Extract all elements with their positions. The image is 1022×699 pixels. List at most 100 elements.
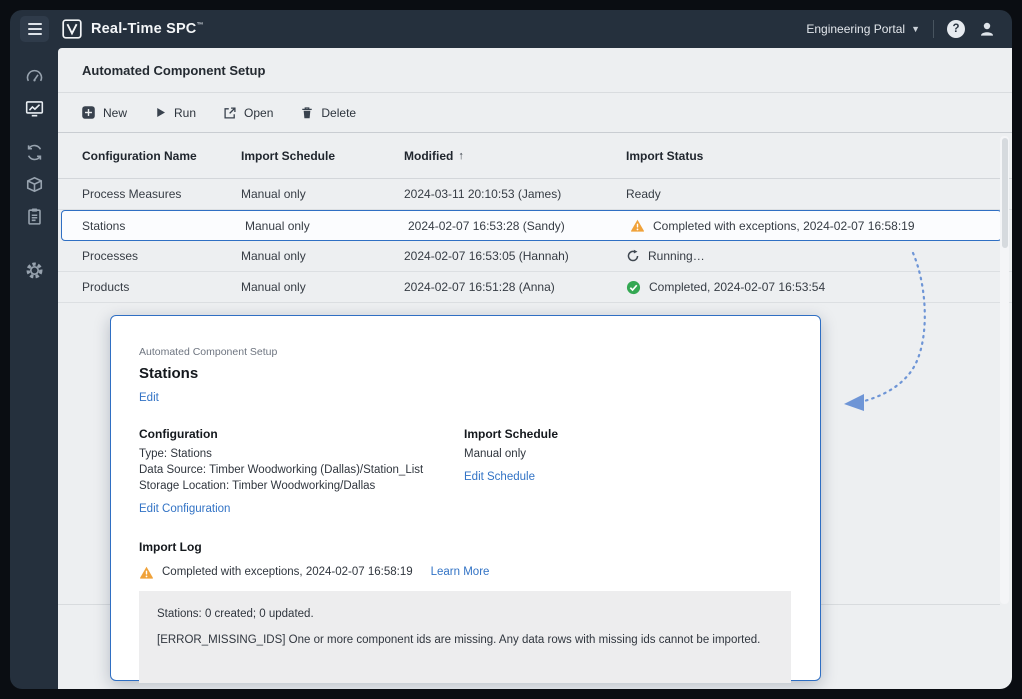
warning-icon bbox=[630, 218, 645, 233]
cell-modified: 2024-02-07 16:51:28 (Anna) bbox=[404, 280, 626, 294]
cell-status: Running… bbox=[626, 249, 1012, 263]
plus-square-icon bbox=[81, 105, 96, 120]
status-text: Ready bbox=[626, 187, 661, 201]
import-schedule-value: Manual only bbox=[464, 448, 558, 462]
top-bar-right: Engineering Portal ▼ ? bbox=[806, 20, 996, 38]
portal-selector[interactable]: Engineering Portal ▼ bbox=[806, 22, 920, 36]
configuration-section: Configuration Type: Stations Data Source… bbox=[139, 427, 464, 517]
import-schedule-heading: Import Schedule bbox=[464, 427, 558, 441]
cell-schedule: Manual only bbox=[241, 187, 404, 201]
sidebar-item-inventory[interactable] bbox=[18, 170, 50, 198]
status-text: Completed, 2024-02-07 16:53:54 bbox=[649, 280, 825, 294]
configuration-storage-location: Storage Location: Timber Woodworking/Dal… bbox=[139, 480, 464, 494]
configuration-data-source: Data Source: Timber Woodworking (Dallas)… bbox=[139, 464, 464, 478]
user-icon bbox=[978, 20, 996, 38]
sidebar-item-dashboard[interactable] bbox=[18, 62, 50, 90]
app-title: Real-Time SPC™ bbox=[91, 21, 204, 37]
charts-monitor-icon bbox=[25, 99, 44, 118]
table-header-row: Configuration Name Import Schedule Modif… bbox=[58, 133, 1012, 179]
breadcrumb: Automated Component Setup bbox=[139, 346, 790, 358]
edit-schedule-link[interactable]: Edit Schedule bbox=[464, 471, 535, 483]
hamburger-menu-button[interactable] bbox=[20, 16, 49, 42]
import-schedule-section: Import Schedule Manual only Edit Schedul… bbox=[464, 427, 558, 517]
configurations-table: Configuration Name Import Schedule Modif… bbox=[58, 133, 1012, 303]
cell-name: Stations bbox=[62, 219, 245, 233]
import-log-status-text: Completed with exceptions, 2024-02-07 16… bbox=[162, 566, 413, 578]
sidebar-item-sync[interactable] bbox=[18, 138, 50, 166]
top-bar: Real-Time SPC™ Engineering Portal ▼ ? bbox=[10, 10, 1012, 48]
cell-schedule: Manual only bbox=[241, 249, 404, 263]
app-logo: Real-Time SPC™ bbox=[62, 19, 204, 39]
learn-more-link[interactable]: Learn More bbox=[431, 566, 490, 578]
header-import-schedule[interactable]: Import Schedule bbox=[241, 149, 404, 163]
open-button-label: Open bbox=[244, 106, 273, 120]
sidebar-item-settings[interactable] bbox=[18, 256, 50, 284]
running-refresh-icon bbox=[626, 249, 640, 263]
cell-schedule: Manual only bbox=[245, 219, 408, 233]
import-log-box: Stations: 0 created; 0 updated. [ERROR_M… bbox=[139, 591, 791, 683]
warning-icon bbox=[139, 565, 154, 580]
help-button[interactable]: ? bbox=[947, 20, 965, 38]
user-account-button[interactable] bbox=[978, 20, 996, 38]
vertical-scrollbar[interactable] bbox=[1000, 136, 1009, 604]
new-button[interactable]: New bbox=[81, 105, 127, 120]
cell-schedule: Manual only bbox=[241, 280, 404, 294]
cell-modified: 2024-02-07 16:53:05 (Hannah) bbox=[404, 249, 626, 263]
cell-name: Processes bbox=[58, 249, 241, 263]
trash-icon bbox=[300, 106, 314, 120]
cell-name: Products bbox=[58, 280, 241, 294]
status-text: Running… bbox=[648, 249, 705, 263]
open-external-icon bbox=[223, 106, 237, 120]
station-detail-panel: Automated Component Setup Stations Edit … bbox=[110, 315, 821, 681]
app-window: Real-Time SPC™ Engineering Portal ▼ ? bbox=[10, 10, 1012, 689]
configuration-heading: Configuration bbox=[139, 427, 464, 441]
play-icon bbox=[154, 106, 167, 119]
page-header: Automated Component Setup bbox=[58, 48, 1012, 93]
open-button[interactable]: Open bbox=[223, 106, 273, 120]
run-button-label: Run bbox=[174, 106, 196, 120]
portal-selector-label: Engineering Portal bbox=[806, 22, 905, 36]
toolbar: New Run Open bbox=[58, 93, 1012, 133]
chevron-down-icon: ▼ bbox=[911, 24, 920, 34]
log-line-error: [ERROR_MISSING_IDS] One or more componen… bbox=[157, 634, 773, 646]
question-mark-icon: ? bbox=[952, 23, 959, 35]
delete-button[interactable]: Delete bbox=[300, 106, 356, 120]
table-row-process-measures[interactable]: Process Measures Manual only 2024-03-11 … bbox=[58, 179, 1012, 210]
edit-configuration-link[interactable]: Edit Configuration bbox=[139, 503, 230, 515]
dashboard-gauge-icon bbox=[25, 67, 44, 86]
sidebar bbox=[10, 48, 58, 689]
scrollbar-thumb[interactable] bbox=[1002, 138, 1008, 248]
inventory-box-icon bbox=[25, 175, 44, 194]
topbar-divider bbox=[933, 20, 934, 38]
sync-icon bbox=[25, 143, 44, 162]
status-text: Completed with exceptions, 2024-02-07 16… bbox=[653, 219, 915, 233]
edit-link[interactable]: Edit bbox=[139, 392, 159, 404]
cell-status: Completed, 2024-02-07 16:53:54 bbox=[626, 280, 1012, 295]
brand-logo-icon bbox=[62, 19, 82, 39]
sort-ascending-icon: ↑ bbox=[458, 150, 464, 162]
import-log-status-line: Completed with exceptions, 2024-02-07 16… bbox=[139, 565, 790, 580]
new-button-label: New bbox=[103, 106, 127, 120]
configuration-type: Type: Stations bbox=[139, 448, 464, 462]
settings-gear-icon bbox=[25, 261, 44, 280]
cell-name: Process Measures bbox=[58, 187, 241, 201]
tasks-clipboard-icon bbox=[25, 207, 44, 226]
table-row-products[interactable]: Products Manual only 2024-02-07 16:51:28… bbox=[58, 272, 1012, 303]
detail-title: Stations bbox=[139, 365, 790, 382]
header-import-status[interactable]: Import Status bbox=[626, 149, 1012, 163]
cell-status: Completed with exceptions, 2024-02-07 16… bbox=[630, 218, 1001, 233]
success-check-icon bbox=[626, 280, 641, 295]
detail-columns: Configuration Type: Stations Data Source… bbox=[139, 427, 790, 517]
cell-modified: 2024-03-11 20:10:53 (James) bbox=[404, 187, 626, 201]
header-modified[interactable]: Modified ↑ bbox=[404, 149, 626, 163]
cell-modified: 2024-02-07 16:53:28 (Sandy) bbox=[408, 219, 630, 233]
table-row-processes[interactable]: Processes Manual only 2024-02-07 16:53:0… bbox=[58, 241, 1012, 272]
header-configuration-name[interactable]: Configuration Name bbox=[58, 149, 241, 163]
sidebar-item-charts[interactable] bbox=[18, 94, 50, 122]
run-button[interactable]: Run bbox=[154, 106, 196, 120]
cell-status: Ready bbox=[626, 187, 1012, 201]
delete-button-label: Delete bbox=[321, 106, 356, 120]
import-log-heading: Import Log bbox=[139, 540, 790, 554]
table-row-stations-selected[interactable]: Stations Manual only 2024-02-07 16:53:28… bbox=[61, 210, 1002, 241]
sidebar-item-tasks[interactable] bbox=[18, 202, 50, 230]
